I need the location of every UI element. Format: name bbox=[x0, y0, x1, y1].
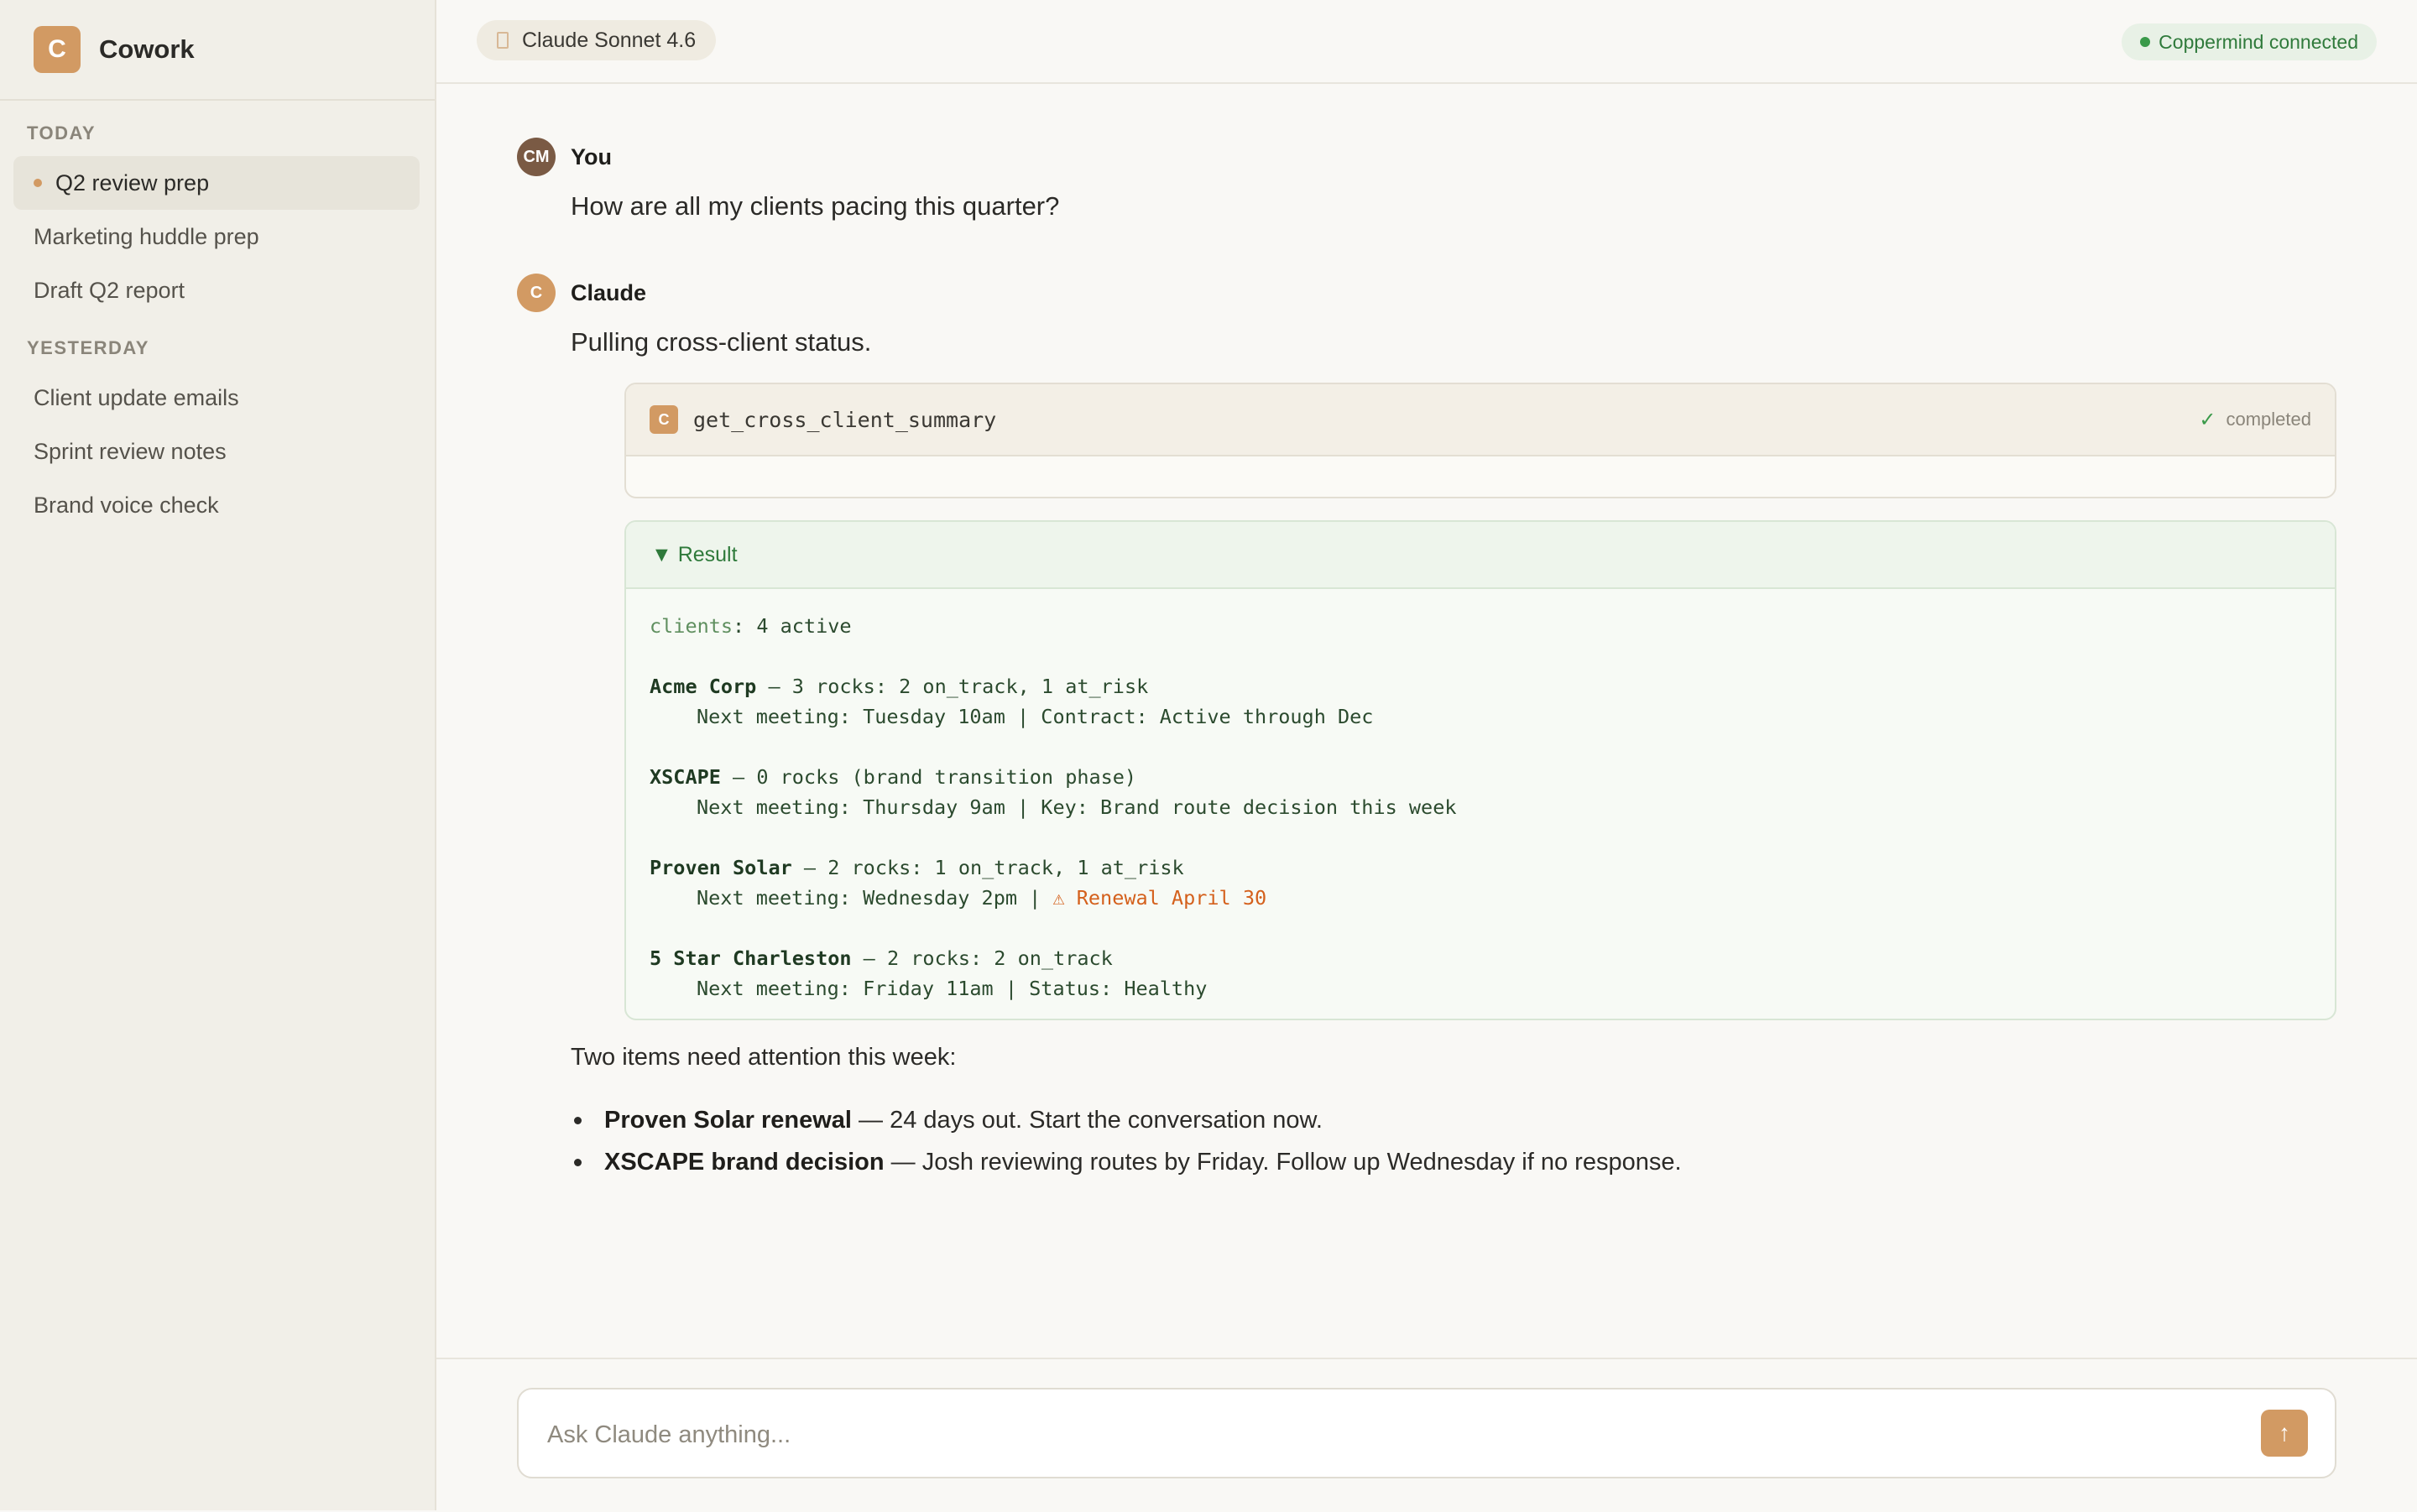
result-entry: XSCAPE — 0 rocks (brand transition phase… bbox=[650, 762, 2311, 792]
app-logo: C bbox=[34, 26, 81, 73]
result-body: clients: 4 active Acme Corp — 3 rocks: 2… bbox=[626, 589, 2335, 1019]
tool-call-card[interactable]: C get_cross_client_summary ✓ completed bbox=[624, 383, 2336, 498]
connection-status-badge: Coppermind connected bbox=[2122, 23, 2377, 60]
user-avatar: CM bbox=[517, 138, 556, 176]
model-selector[interactable]: Claude Sonnet 4.6 bbox=[477, 20, 717, 60]
composer: ↑ bbox=[517, 1388, 2336, 1478]
brand: C Cowork bbox=[0, 0, 435, 101]
composer-area: ↑ bbox=[436, 1358, 2417, 1512]
result-entry: 5 Star Charleston — 2 rocks: 2 on_track bbox=[650, 943, 2311, 973]
sidebar-item-marketing-huddle-prep[interactable]: Marketing huddle prep bbox=[13, 210, 420, 263]
sidebar-item-q2-review-prep[interactable]: Q2 review prep bbox=[13, 156, 420, 210]
connection-label: Coppermind connected bbox=[2159, 30, 2358, 53]
client-name: 5 Star Charleston bbox=[650, 946, 852, 970]
bullet-title: Proven Solar renewal bbox=[604, 1107, 852, 1134]
tool-icon: C bbox=[650, 405, 678, 434]
result-clients-line: clients: 4 active bbox=[650, 611, 2311, 641]
client-name: XSCAPE bbox=[650, 765, 721, 789]
model-icon bbox=[497, 32, 509, 49]
active-dot bbox=[34, 179, 42, 187]
result-entry: Proven Solar — 2 rocks: 1 on_track, 1 at… bbox=[650, 852, 2311, 883]
sidebar-item-label: Client update emails bbox=[34, 384, 239, 410]
clients-value: : 4 active bbox=[733, 614, 852, 638]
bullet-title: XSCAPE brand decision bbox=[604, 1149, 885, 1176]
sidebar-item-label: Sprint review notes bbox=[34, 438, 227, 464]
client-detail-text: Next meeting: Friday 11am | Status: Heal… bbox=[697, 977, 1208, 1000]
sidebar-item-sprint-review-notes[interactable]: Sprint review notes bbox=[13, 425, 420, 478]
checkmark-icon: ✓ bbox=[2199, 408, 2216, 431]
user-message: How are all my clients pacing this quart… bbox=[571, 191, 1060, 221]
list-item: XSCAPE brand decision — Josh reviewing r… bbox=[571, 1141, 1682, 1183]
assistant-followup: Two items need attention this week: bbox=[571, 1044, 957, 1071]
sidebar-item-label: Marketing huddle prep bbox=[34, 223, 259, 249]
app-name: Cowork bbox=[99, 34, 195, 64]
assistant-intro: Pulling cross-client status. bbox=[571, 327, 872, 357]
section-label-yesterday: YESTERDAY bbox=[27, 337, 149, 358]
send-button[interactable]: ↑ bbox=[2261, 1410, 2308, 1457]
attention-list: Proven Solar renewal — 24 days out. Star… bbox=[571, 1099, 1682, 1183]
client-detail: Next meeting: Thursday 9am | Key: Brand … bbox=[650, 792, 2311, 822]
result-toggle[interactable]: ▼ Result bbox=[626, 522, 2335, 589]
tool-status: ✓ completed bbox=[2199, 408, 2311, 432]
tool-status-label: completed bbox=[2226, 409, 2311, 430]
client-detail-text: Next meeting: Thursday 9am | Key: Brand … bbox=[697, 795, 1457, 819]
message-input[interactable] bbox=[546, 1413, 2194, 1457]
client-detail-text: Next meeting: Wednesday 2pm | bbox=[697, 886, 1053, 910]
sidebar-item-label: Q2 review prep bbox=[55, 169, 210, 196]
tool-result-card: ▼ Result clients: 4 active Acme Corp — 3… bbox=[624, 520, 2336, 1020]
result-entry: Acme Corp — 3 rocks: 2 on_track, 1 at_ri… bbox=[650, 671, 2311, 701]
renewal-warning: ⚠ Renewal April 30 bbox=[1052, 886, 1267, 910]
section-label-today: TODAY bbox=[27, 123, 97, 143]
sidebar: C Cowork TODAY Q2 review prep Marketing … bbox=[0, 0, 436, 1510]
client-detail: Next meeting: Friday 11am | Status: Heal… bbox=[650, 973, 2311, 1004]
status-dot-icon bbox=[2140, 37, 2151, 47]
clients-key: clients bbox=[650, 614, 733, 638]
sidebar-item-draft-q2-report[interactable]: Draft Q2 report bbox=[13, 263, 420, 317]
arrow-up-icon: ↑ bbox=[2279, 1420, 2290, 1446]
assistant-avatar: C bbox=[517, 274, 556, 312]
client-summary: — 2 rocks: 1 on_track, 1 at_risk bbox=[791, 856, 1184, 879]
bullet-text: — Josh reviewing routes by Friday. Follo… bbox=[884, 1149, 1682, 1176]
client-detail: Next meeting: Wednesday 2pm | ⚠ Renewal … bbox=[650, 883, 2311, 913]
sidebar-item-client-update-emails[interactable]: Client update emails bbox=[13, 371, 420, 425]
sidebar-item-label: Brand voice check bbox=[34, 492, 219, 518]
tool-name: get_cross_client_summary bbox=[693, 407, 997, 432]
tool-call-header[interactable]: C get_cross_client_summary ✓ completed bbox=[626, 384, 2335, 456]
list-item: Proven Solar renewal — 24 days out. Star… bbox=[571, 1099, 1682, 1141]
bullet-text: — 24 days out. Start the conversation no… bbox=[851, 1107, 1323, 1134]
client-detail-text: Next meeting: Tuesday 10am | Contract: A… bbox=[697, 705, 1374, 728]
client-summary: — 3 rocks: 2 on_track, 1 at_risk bbox=[756, 675, 1149, 698]
sidebar-item-brand-voice-check[interactable]: Brand voice check bbox=[13, 478, 420, 532]
top-bar: Claude Sonnet 4.6 Coppermind connected bbox=[436, 0, 2417, 84]
user-name: You bbox=[571, 144, 612, 169]
client-summary: — 2 rocks: 2 on_track bbox=[851, 946, 1113, 970]
client-summary: — 0 rocks (brand transition phase) bbox=[720, 765, 1137, 789]
model-label: Claude Sonnet 4.6 bbox=[522, 28, 697, 52]
client-name: Proven Solar bbox=[650, 856, 792, 879]
assistant-name: Claude bbox=[571, 280, 647, 305]
client-detail: Next meeting: Tuesday 10am | Contract: A… bbox=[650, 701, 2311, 732]
sidebar-item-label: Draft Q2 report bbox=[34, 277, 185, 303]
client-name: Acme Corp bbox=[650, 675, 757, 698]
